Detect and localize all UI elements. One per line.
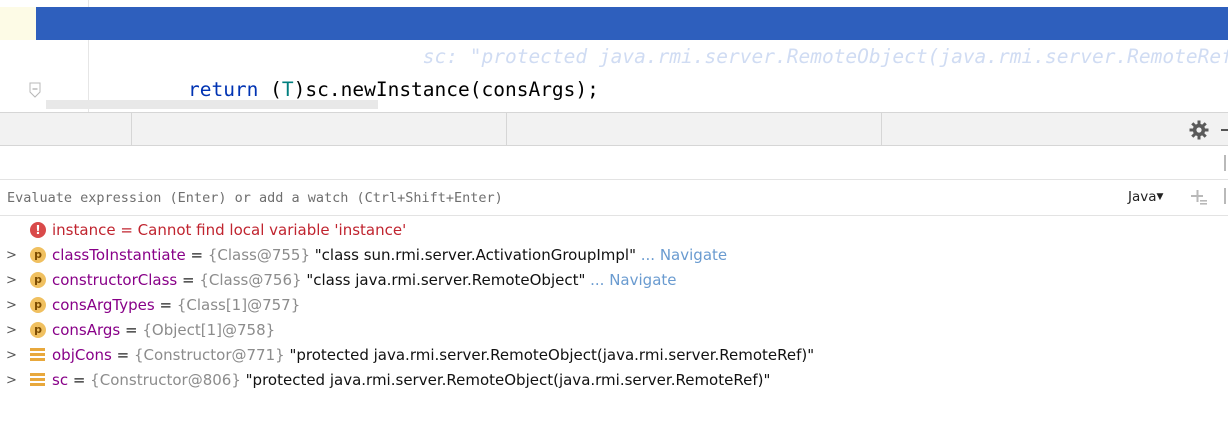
- variable-value: "protected java.rmi.server.RemoteObject(…: [284, 346, 815, 364]
- vertical-scrollbar[interactable]: [1224, 188, 1226, 204]
- code-line-current[interactable]: setAccessible(sc); sc: "protected java.r…: [36, 7, 1228, 68]
- equals-sign: =: [68, 371, 91, 389]
- equals-sign: =: [177, 271, 200, 289]
- navigate-link[interactable]: ... Navigate: [585, 271, 676, 289]
- variables-tree: ! instance = Cannot find local variable …: [0, 218, 1228, 393]
- object-reference: {Object[1]@758}: [142, 321, 276, 339]
- equals-sign: =: [115, 221, 138, 239]
- execution-line-marker: [0, 7, 36, 40]
- equals-sign: =: [154, 296, 177, 314]
- add-watch-icon[interactable]: [1188, 188, 1208, 208]
- object-reference: {Class[1]@757}: [176, 296, 301, 314]
- object-reference: {Constructor@806}: [90, 371, 241, 389]
- horizontal-scrollbar[interactable]: [46, 100, 378, 109]
- toolbar-separator: [131, 113, 132, 147]
- frames-panel-strip: [0, 146, 1228, 180]
- parameter-icon: p: [30, 297, 46, 313]
- object-reference: {Class@756}: [199, 271, 302, 289]
- vertical-scrollbar[interactable]: [1224, 155, 1226, 171]
- object-reference: {Class@755}: [207, 246, 311, 264]
- variable-value: "class java.rmi.server.RemoteObject": [301, 271, 586, 289]
- variable-row-classToInstantiate[interactable]: > p classToInstantiate = {Class@755} "cl…: [0, 243, 1228, 268]
- variable-value: "protected java.rmi.server.RemoteObject(…: [240, 371, 771, 389]
- equals-sign: =: [185, 246, 208, 264]
- local-variable-icon: [30, 347, 46, 363]
- minimize-icon[interactable]: [1221, 129, 1228, 131]
- variable-name: classToInstantiate: [52, 246, 186, 264]
- equals-sign: =: [120, 321, 143, 339]
- error-icon: !: [30, 222, 46, 238]
- evaluate-expression-bar: Java▼: [0, 180, 1228, 216]
- fold-icon[interactable]: [28, 82, 42, 98]
- object-reference: {Constructor@771}: [133, 346, 285, 364]
- toolbar-separator: [881, 113, 882, 147]
- toolbar-separator: [506, 113, 507, 147]
- language-label: Java: [1128, 189, 1157, 205]
- variable-name: consArgs: [52, 321, 121, 339]
- variable-name: sc: [52, 371, 69, 389]
- local-variable-icon: [30, 372, 46, 388]
- navigate-link[interactable]: ... Navigate: [636, 246, 727, 264]
- parameter-icon: p: [30, 272, 46, 288]
- variable-name: instance: [52, 221, 116, 239]
- equals-sign: =: [111, 346, 134, 364]
- caret-down-icon: ▼: [1156, 192, 1164, 202]
- expand-arrow-icon[interactable]: >: [6, 293, 18, 318]
- variable-row-objCons[interactable]: > objCons = {Constructor@771} "protected…: [0, 343, 1228, 368]
- expand-arrow-icon[interactable]: >: [6, 268, 18, 293]
- code-editor[interactable]: setAccessible(sc); sc: "protected java.r…: [0, 0, 1228, 112]
- variable-value: "class sun.rmi.server.ActivationGroupImp…: [310, 246, 636, 264]
- variable-name: constructorClass: [52, 271, 178, 289]
- error-message: Cannot find local variable 'instance': [137, 221, 407, 239]
- variable-name: consArgTypes: [52, 296, 155, 314]
- expand-arrow-icon[interactable]: >: [6, 243, 18, 268]
- parameter-icon: p: [30, 247, 46, 263]
- variable-row-instance[interactable]: ! instance = Cannot find local variable …: [0, 218, 1228, 243]
- variable-row-consArgTypes[interactable]: > p consArgTypes = {Class[1]@757}: [0, 293, 1228, 318]
- expand-arrow-icon[interactable]: >: [6, 318, 18, 343]
- debugger-toolbar: [0, 112, 1228, 147]
- code-line-return[interactable]: return (T)sc.newInstance(consArgs);: [36, 40, 1228, 101]
- variable-name: objCons: [52, 346, 112, 364]
- variable-row-sc[interactable]: > sc = {Constructor@806} "protected java…: [0, 368, 1228, 393]
- expand-arrow-icon[interactable]: >: [6, 343, 18, 368]
- expand-arrow-icon[interactable]: >: [6, 368, 18, 393]
- variable-row-constructorClass[interactable]: > p constructorClass = {Class@756} "clas…: [0, 268, 1228, 293]
- evaluate-expression-input[interactable]: [0, 180, 1100, 215]
- parameter-icon: p: [30, 322, 46, 338]
- variable-row-consArgs[interactable]: > p consArgs = {Object[1]@758}: [0, 318, 1228, 343]
- gear-icon[interactable]: [1188, 119, 1210, 141]
- language-selector[interactable]: Java▼: [1128, 189, 1163, 205]
